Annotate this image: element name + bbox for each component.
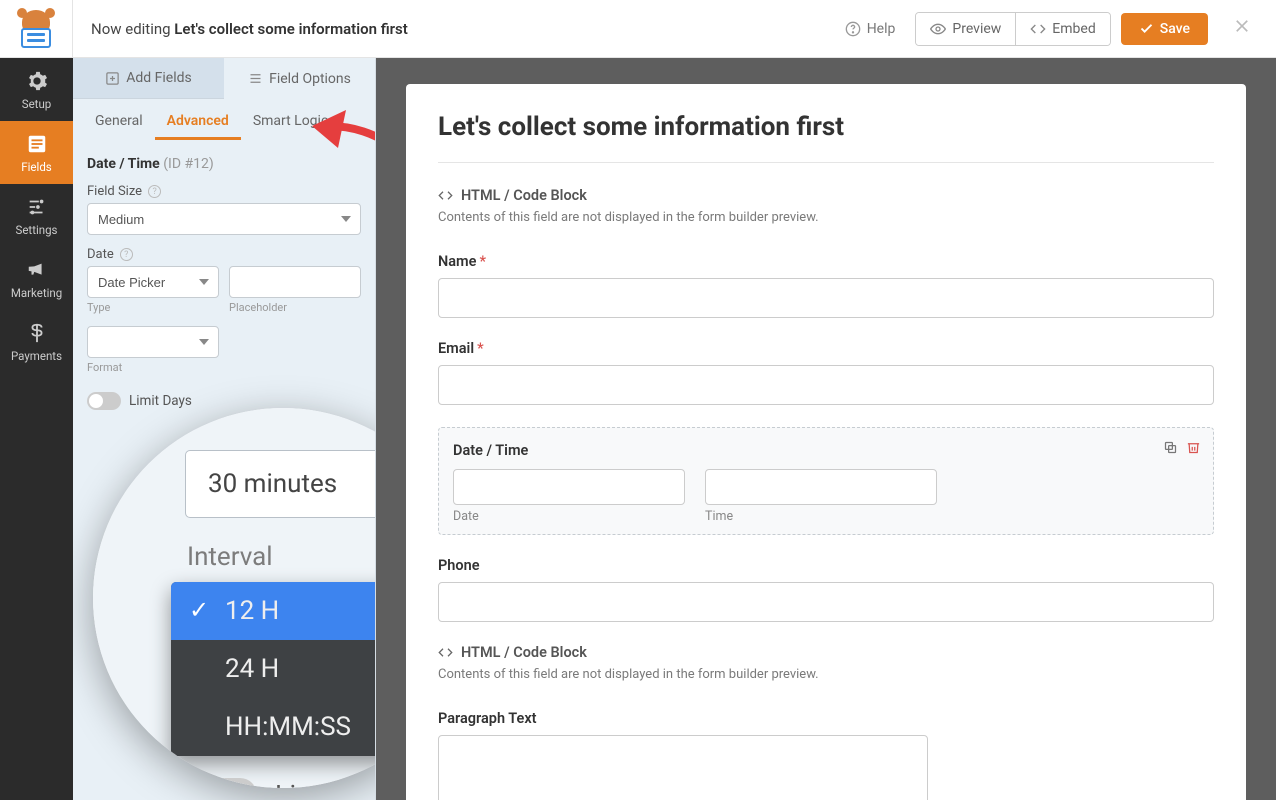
save-button[interactable]: Save	[1121, 13, 1208, 45]
datetime-date-input[interactable]	[453, 469, 685, 505]
nav-payments[interactable]: Payments	[0, 310, 73, 373]
email-input[interactable]	[438, 365, 1214, 405]
field-email[interactable]: Email*	[438, 340, 1214, 405]
eye-icon	[930, 21, 946, 37]
gear-icon	[26, 70, 48, 92]
nav-marketing[interactable]: Marketing	[0, 247, 73, 310]
form-preview: Let's collect some information first HTM…	[376, 58, 1276, 800]
field-size-select[interactable]: Medium	[87, 203, 361, 235]
form-icon	[26, 133, 48, 155]
form-name: Let's collect some information first	[174, 20, 408, 38]
trash-icon	[1186, 440, 1201, 455]
tab-field-options[interactable]: Field Options	[224, 58, 375, 99]
html-block-header: HTML / Code Block	[438, 187, 1214, 204]
nav-fields[interactable]: Fields	[0, 121, 73, 184]
paragraph-input[interactable]	[438, 735, 928, 800]
bullhorn-icon	[26, 259, 48, 281]
date-type-select[interactable]: Date Picker	[87, 266, 219, 298]
date-format-select[interactable]	[87, 326, 219, 358]
size-label: Field Size	[87, 184, 142, 199]
dollar-icon	[26, 322, 48, 344]
now-editing-text: Now editing Let's collect some informati…	[91, 20, 408, 38]
limit-days-label: Limit Days	[129, 393, 192, 409]
date-placeholder-input[interactable]	[229, 266, 361, 298]
close-button[interactable]	[1228, 12, 1256, 46]
field-name[interactable]: Name*	[438, 253, 1214, 318]
html-block-note-2: Contents of this field are not displayed…	[438, 667, 1214, 682]
format-subhint: Format	[87, 361, 219, 374]
field-datetime[interactable]: Date / Time Date Time	[438, 427, 1214, 535]
top-bar: Now editing Let's collect some informati…	[0, 0, 1276, 58]
nav-setup[interactable]: Setup	[0, 58, 73, 121]
plus-square-icon	[105, 71, 120, 86]
delete-button[interactable]	[1186, 440, 1201, 459]
limit-hours-toggle[interactable]	[195, 778, 257, 788]
option-24h[interactable]: 24 H	[171, 640, 376, 698]
copy-icon	[1163, 440, 1178, 455]
interval-label: Interval	[187, 542, 376, 572]
code-icon	[1030, 21, 1046, 37]
close-icon	[1232, 16, 1252, 36]
limit-hours-label: Limit Hours	[275, 779, 376, 788]
code-icon	[438, 645, 453, 660]
options-icon	[248, 71, 263, 86]
type-subhint: Type	[87, 301, 219, 314]
check-icon	[1139, 21, 1154, 36]
nav-settings[interactable]: Settings	[0, 184, 73, 247]
html-block-header-2: HTML / Code Block	[438, 644, 1214, 661]
field-title: Date / Time (ID #12)	[87, 150, 361, 184]
option-hhmmss[interactable]: HH:MM:SS	[171, 698, 376, 756]
sliders-icon	[26, 196, 48, 218]
field-phone[interactable]: Phone	[438, 557, 1214, 622]
date-label: Date	[87, 247, 114, 262]
time-sublabel: Time	[705, 509, 937, 524]
option-12h[interactable]: 12 H	[171, 582, 376, 640]
help-icon	[845, 21, 861, 37]
subtab-general[interactable]: General	[83, 103, 155, 140]
placeholder-subhint: Placeholder	[229, 301, 361, 314]
left-nav: Setup Fields Settings Marketing Payments	[0, 58, 73, 800]
form-heading: Let's collect some information first	[438, 112, 1214, 142]
zoom-callout: 30 minutes Interval 12 H 24 H HH:MM:SS L…	[93, 408, 376, 788]
date-sublabel: Date	[453, 509, 685, 524]
time-format-dropdown: 12 H 24 H HH:MM:SS	[171, 582, 376, 756]
duplicate-button[interactable]	[1163, 440, 1178, 459]
help-icon[interactable]: ?	[120, 248, 133, 261]
sidebar-panel: Add Fields Field Options General Advance…	[73, 58, 376, 800]
interval-select[interactable]: 30 minutes	[185, 450, 376, 518]
brand-logo	[0, 0, 73, 57]
embed-button[interactable]: Embed	[1015, 13, 1109, 45]
subtab-advanced[interactable]: Advanced	[155, 103, 241, 140]
field-paragraph[interactable]: Paragraph Text	[438, 710, 1214, 800]
name-input[interactable]	[438, 278, 1214, 318]
code-icon	[438, 188, 453, 203]
tab-add-fields[interactable]: Add Fields	[73, 58, 224, 99]
subtab-smart-logic[interactable]: Smart Logic	[241, 103, 340, 140]
phone-input[interactable]	[438, 582, 1214, 622]
preview-button[interactable]: Preview	[916, 13, 1015, 45]
datetime-time-input[interactable]	[705, 469, 937, 505]
html-block-note: Contents of this field are not displayed…	[438, 210, 1214, 225]
help-link[interactable]: Help	[835, 15, 906, 43]
help-icon[interactable]: ?	[148, 185, 161, 198]
